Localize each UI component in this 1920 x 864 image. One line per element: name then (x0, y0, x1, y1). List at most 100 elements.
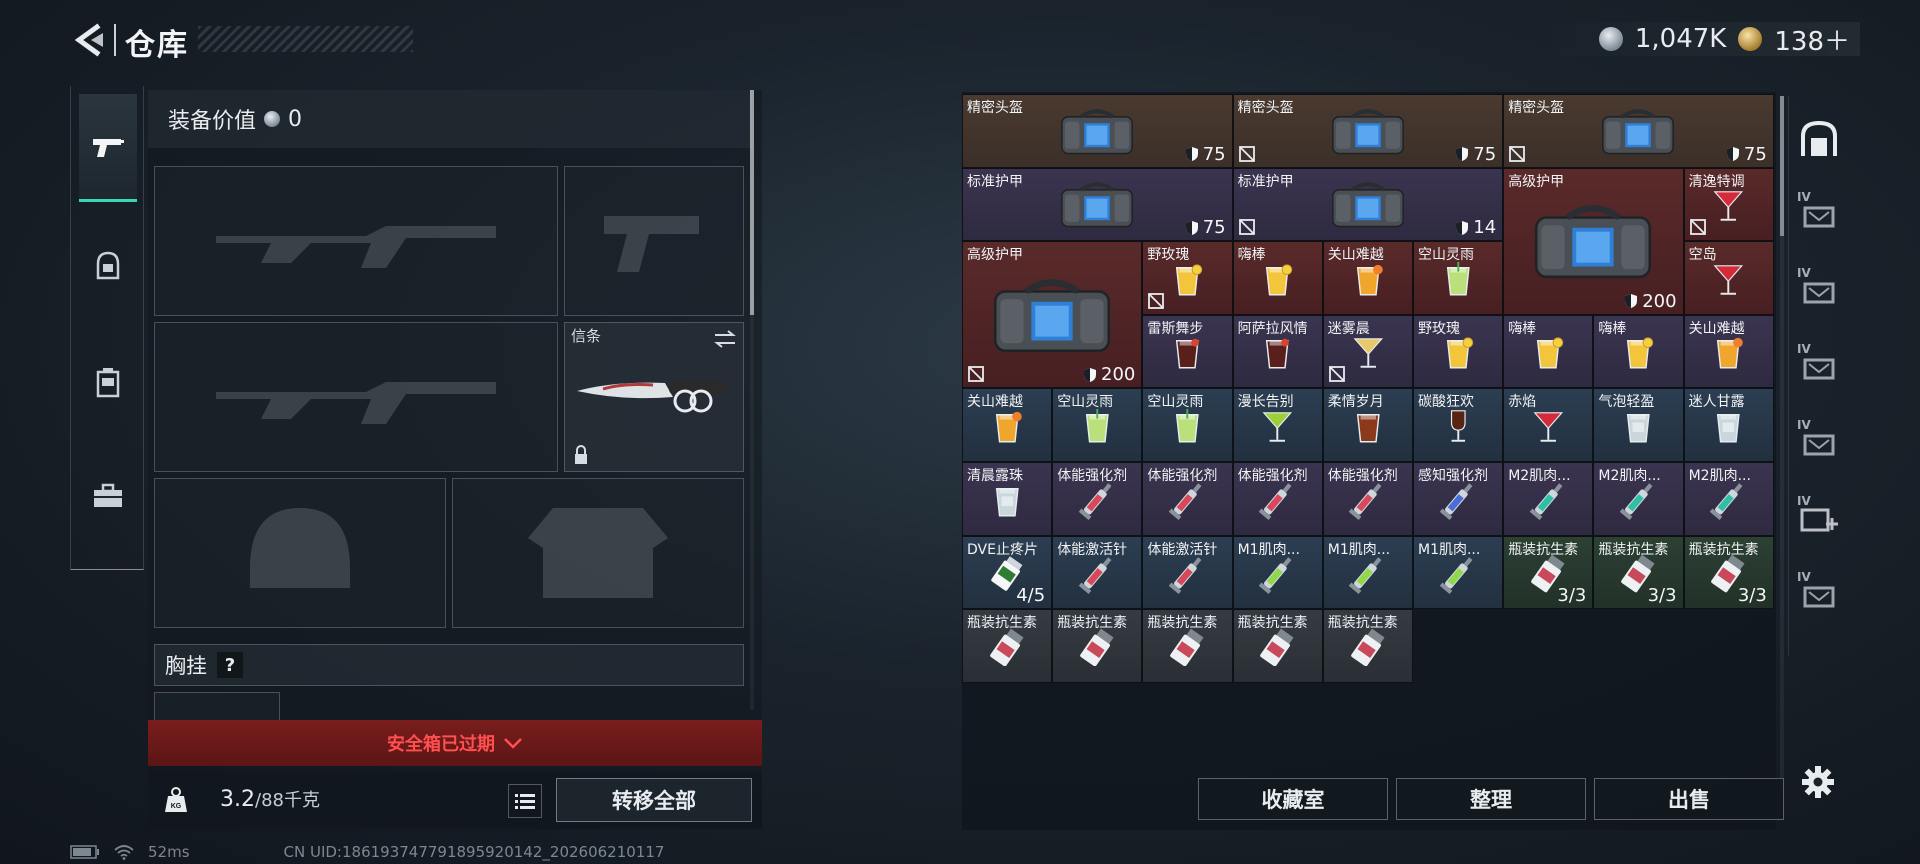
inventory-item[interactable]: 迷人甘露 (1683, 388, 1774, 462)
inventory-item[interactable]: 阿萨拉风情 (1232, 314, 1323, 389)
stack-count: 3/3 (1647, 585, 1677, 607)
inventory-item[interactable]: 清晨露珠 (962, 462, 1053, 536)
inventory-item[interactable]: 标准护甲 14 (1232, 167, 1504, 242)
inventory-item[interactable]: 空山灵雨 (1052, 388, 1143, 462)
secondary-weapon-slot[interactable] (564, 166, 744, 316)
inventory-item[interactable]: 精密头盔 75 (1503, 94, 1774, 168)
transfer-all-button[interactable]: 转移全部 (556, 778, 752, 822)
helmet-slot[interactable] (154, 478, 446, 628)
inventory-item[interactable]: 迷雾晨 (1322, 314, 1413, 389)
list-view-button[interactable] (508, 784, 542, 818)
settings-button[interactable] (1798, 762, 1838, 802)
chest-rig-help-button[interactable]: ? (217, 652, 243, 678)
inventory-scroll-thumb[interactable] (1780, 96, 1784, 236)
collection-room-button[interactable]: 收藏室 (1198, 778, 1388, 820)
inventory-item[interactable]: 空山灵雨 (1142, 388, 1233, 462)
inventory-item[interactable]: 空岛 (1683, 241, 1774, 315)
storage-tier-label: IV (1797, 418, 1811, 432)
inventory-item[interactable]: 瓶装抗生素 (962, 609, 1053, 683)
inventory-item[interactable]: M1肌肉... (1413, 535, 1504, 610)
inventory-item[interactable]: 野玫瑰 (1142, 241, 1233, 315)
inventory-item[interactable]: 野玫瑰 (1413, 314, 1504, 389)
gold-amount[interactable]: 138＋ (1774, 21, 1850, 58)
inventory-item[interactable]: 体能强化剂 (1142, 462, 1233, 536)
inventory-item[interactable]: 关山难越 (962, 388, 1053, 462)
inventory-item[interactable]: M1肌肉... (1322, 535, 1413, 610)
inventory-item[interactable]: 瓶装抗生素 3/3 (1503, 535, 1594, 610)
syringe-blue-icon (1414, 481, 1502, 521)
storage-add-icon[interactable]: IV (1793, 488, 1845, 550)
shield-icon (1625, 294, 1638, 309)
storage-iv-icon[interactable]: IV (1793, 260, 1845, 322)
inventory-item[interactable]: DVE止疼片 4/5 (962, 535, 1053, 610)
tab-helmet[interactable] (79, 212, 137, 320)
secondary-rifle-slot[interactable] (154, 322, 558, 472)
inventory-item[interactable]: 高级护甲 200 (1503, 167, 1684, 315)
drink-green-icon (1053, 407, 1141, 445)
inventory-item[interactable]: 空山灵雨 (1413, 241, 1504, 315)
storage-iv-icon[interactable]: IV (1793, 184, 1845, 246)
inventory-item[interactable]: 体能强化剂 (1232, 462, 1323, 536)
inventory-item[interactable]: 瓶装抗生素 3/3 (1683, 535, 1774, 610)
inventory-item[interactable]: 雷斯舞步 (1142, 314, 1233, 389)
inventory-item[interactable]: 嗨棒 (1232, 241, 1323, 315)
inventory-item[interactable]: 瓶装抗生素 (1322, 609, 1413, 683)
durability-text: 75 (1473, 143, 1497, 165)
sell-button[interactable]: 出售 (1594, 778, 1784, 820)
armor-slot[interactable] (452, 478, 744, 628)
swap-icon[interactable] (713, 329, 737, 349)
tab-armor[interactable] (79, 328, 137, 436)
inventory-item[interactable]: 清逸特调 (1683, 167, 1774, 242)
tab-backpack[interactable] (79, 442, 137, 550)
back-button[interactable] (70, 22, 110, 58)
syringe-red-icon (1234, 481, 1322, 521)
equipment-value-amount: 0 (288, 106, 303, 132)
drink-clear-icon (963, 481, 1051, 519)
armor-bag-large-icon (963, 260, 1141, 371)
inventory-item[interactable]: 赤焰 (1503, 388, 1594, 462)
inventory-item[interactable]: 精密头盔 75 (962, 94, 1233, 168)
inventory-item[interactable]: 柔情岁月 (1322, 388, 1413, 462)
inventory-item[interactable]: M1肌肉... (1232, 535, 1323, 610)
inventory-item[interactable]: 瓶装抗生素 (1052, 609, 1143, 683)
inventory-item[interactable]: 体能激活针 (1052, 535, 1143, 610)
tab-weapons[interactable] (79, 94, 137, 202)
inventory-item[interactable]: 瓶装抗生素 (1142, 609, 1233, 683)
inventory-item[interactable]: 标准护甲 75 (962, 167, 1233, 242)
equipment-scroll-thumb[interactable] (750, 90, 754, 315)
inventory-item[interactable]: 嗨棒 (1593, 314, 1684, 389)
safebox-expired-banner[interactable]: 安全箱已过期 (148, 720, 762, 766)
inventory-item[interactable]: M2肌肉... (1503, 462, 1594, 536)
storage-iv-icon[interactable]: IV (1793, 564, 1845, 626)
equipment-panel: 装备价值 0 信条 胸挂 ? 安全箱已过期 KG 3.2/88千克 转移全部 (148, 90, 762, 830)
storage-iv-icon[interactable]: IV (1793, 412, 1845, 474)
inventory-item[interactable]: 碳酸狂欢 (1413, 388, 1504, 462)
inventory-item[interactable]: M2肌肉... (1593, 462, 1684, 536)
inventory-item[interactable]: 精密头盔 75 (1232, 94, 1504, 168)
inventory-item[interactable]: 高级护甲 200 (962, 241, 1143, 389)
helmet-silhouette-icon (155, 479, 445, 627)
inventory-item[interactable]: M2肌肉... (1683, 462, 1774, 536)
shield-icon (1456, 147, 1469, 162)
melee-slot[interactable]: 信条 (564, 322, 744, 472)
vault-icon[interactable] (1793, 108, 1845, 170)
inventory-item[interactable]: 漫长告别 (1232, 388, 1323, 462)
inventory-item[interactable]: 体能强化剂 (1052, 462, 1143, 536)
vest-silhouette-icon (453, 479, 743, 627)
inventory-item[interactable]: 关山难越 (1322, 241, 1413, 315)
primary-weapon-slot[interactable] (154, 166, 558, 316)
storage-iv-icon[interactable]: IV (1793, 336, 1845, 398)
chest-rig-slot[interactable] (154, 692, 280, 722)
inventory-item[interactable]: 体能强化剂 (1322, 462, 1413, 536)
inventory-item[interactable]: 气泡轻盈 (1593, 388, 1684, 462)
svg-text:KG: KG (171, 803, 182, 810)
sort-button[interactable]: 整理 (1396, 778, 1586, 820)
inventory-item[interactable]: 关山难越 (1683, 314, 1774, 389)
inventory-item[interactable]: 感知强化剂 (1413, 462, 1504, 536)
equipment-value-header: 装备价值 0 (148, 90, 752, 148)
inventory-item[interactable]: 瓶装抗生素 3/3 (1593, 535, 1684, 610)
inventory-item[interactable]: 体能激活针 (1142, 535, 1233, 610)
inventory-item[interactable]: 瓶装抗生素 (1232, 609, 1323, 683)
inventory-item[interactable]: 嗨棒 (1503, 314, 1594, 389)
drink-yellow-icon (1414, 334, 1502, 372)
